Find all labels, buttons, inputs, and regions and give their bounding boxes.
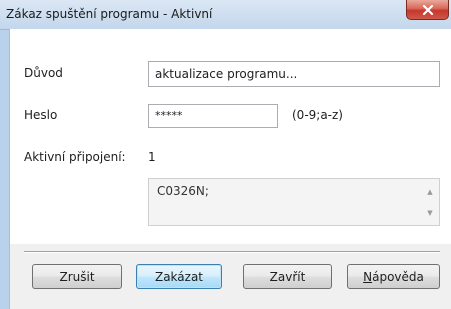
close-icon	[422, 4, 433, 15]
reason-label: Důvod	[24, 66, 63, 80]
help-label-rest: ápověda	[372, 269, 424, 284]
window-title: Zákaz spuštění programu - Aktivní	[6, 7, 213, 21]
password-label: Heslo	[24, 108, 58, 122]
help-button[interactable]: Nápověda	[347, 264, 440, 289]
active-connections-label: Aktivní připojení:	[24, 150, 126, 164]
password-input[interactable]: *****	[148, 104, 278, 128]
form-panel: Důvod aktualizace programu... Heslo ****…	[10, 29, 451, 244]
scroll-down-icon[interactable]: ▼	[425, 208, 435, 218]
cancel-button[interactable]: Zrušit	[32, 264, 122, 289]
separator	[24, 251, 440, 253]
list-item[interactable]: C0326N;	[157, 184, 209, 198]
help-accelerator: N	[363, 269, 373, 284]
title-bar[interactable]: Zákaz spuštění programu - Aktivní	[0, 0, 451, 30]
active-connections-count: 1	[148, 150, 156, 164]
scroll-up-icon[interactable]: ▲	[425, 187, 435, 197]
close-button[interactable]: Zavřít	[243, 264, 332, 289]
reason-input[interactable]: aktualizace programu...	[148, 61, 440, 87]
forbid-button[interactable]: Zakázat	[136, 264, 222, 289]
close-window-button[interactable]	[406, 0, 449, 20]
dialog-client-area: Důvod aktualizace programu... Heslo ****…	[9, 29, 451, 309]
dialog-window: Zákaz spuštění programu - Aktivní Důvod …	[0, 0, 451, 309]
connections-list[interactable]: C0326N; ▲ ▼	[148, 178, 440, 226]
password-hint: (0-9;a-z)	[292, 108, 343, 122]
